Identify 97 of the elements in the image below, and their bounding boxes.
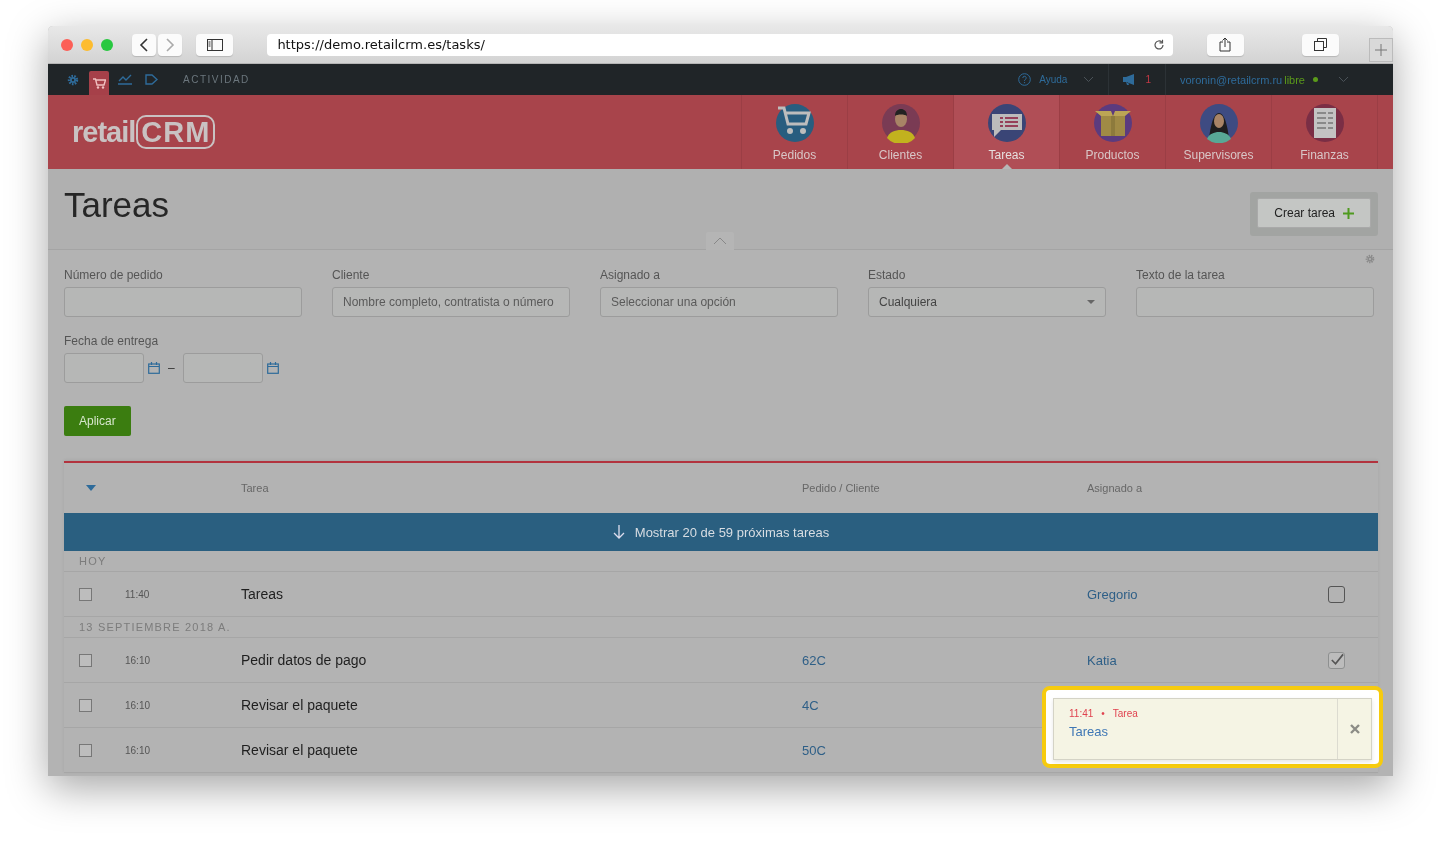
- task-time: 16:10: [125, 699, 152, 711]
- collapse-tab[interactable]: [706, 232, 734, 250]
- filter-input[interactable]: [64, 287, 302, 317]
- chevron-left-icon: [139, 37, 149, 52]
- dropdown-arrow-icon: [1087, 300, 1095, 304]
- logo[interactable]: retail CRM: [48, 95, 216, 169]
- minimize-icon[interactable]: [81, 38, 93, 51]
- chevron-down-icon: [1083, 76, 1095, 83]
- cart-tool-icon[interactable]: [89, 71, 109, 95]
- nav-tab[interactable]: Supervisores: [1166, 95, 1272, 169]
- share-button[interactable]: [1206, 33, 1244, 56]
- task-time: 16:10: [125, 744, 152, 756]
- user-email: voronin@retailcrm.ru: [1179, 73, 1283, 86]
- toast-separator: •: [1101, 708, 1105, 719]
- box-icon: [1092, 103, 1133, 143]
- help-icon: [1018, 73, 1032, 86]
- date-to-input[interactable]: [182, 353, 263, 383]
- tabs-button[interactable]: [1302, 33, 1340, 56]
- date-separator: –: [168, 361, 175, 375]
- task-title[interactable]: Revisar el paquete: [241, 742, 802, 758]
- help-label: Ayuda: [1039, 74, 1068, 85]
- online-status-icon: [1313, 77, 1318, 82]
- create-task-button[interactable]: Crear tarea: [1257, 198, 1371, 228]
- nav-tab[interactable]: Finanzas: [1272, 95, 1378, 169]
- nav-tab[interactable]: Pedidos: [742, 95, 848, 169]
- filter-label: Asignado a: [600, 268, 662, 282]
- column-header: Asignado a: [1087, 482, 1144, 494]
- order-link[interactable]: 50C: [802, 743, 826, 758]
- row-checkbox[interactable]: [79, 743, 92, 757]
- filter-label: Número de pedido: [64, 268, 164, 282]
- plus-icon: [1343, 207, 1354, 219]
- chat-icon: [986, 103, 1027, 143]
- man-icon: [880, 103, 921, 143]
- address-field[interactable]: https://demo.retailcrm.es/tasks/: [267, 33, 1173, 56]
- sort-arrow-icon[interactable]: [86, 485, 96, 491]
- toast-type: Tarea: [1112, 708, 1138, 719]
- task-title[interactable]: Pedir datos de pago: [241, 652, 802, 668]
- filter-label: Cliente: [332, 268, 371, 282]
- plus-icon: [1375, 43, 1388, 56]
- task-title[interactable]: Tareas: [241, 586, 802, 602]
- announcements-button[interactable]: 1: [1109, 74, 1165, 85]
- row-checkbox[interactable]: [79, 698, 92, 712]
- complete-checkbox[interactable]: [1328, 585, 1345, 603]
- help-menu[interactable]: Ayuda: [1004, 73, 1109, 86]
- notification-toast[interactable]: 11:41 • Tarea Tareas: [1053, 698, 1372, 760]
- toast-time: 11:41: [1069, 708, 1094, 719]
- cart-icon: [774, 103, 815, 143]
- back-button[interactable]: [132, 33, 156, 56]
- order-link[interactable]: 4C: [802, 698, 819, 713]
- page-title: Tareas: [64, 185, 170, 226]
- calendar-icon[interactable]: [266, 362, 279, 374]
- calendar-icon[interactable]: [148, 362, 160, 374]
- date-from-input[interactable]: [64, 353, 144, 383]
- tabs-icon: [1314, 38, 1328, 51]
- notification-count: 1: [1145, 74, 1151, 85]
- filter-label: Estado: [868, 268, 907, 282]
- close-icon: [1349, 724, 1360, 734]
- settings-icon[interactable]: [1365, 254, 1375, 264]
- zoom-icon[interactable]: [101, 38, 113, 51]
- task-time: 11:40: [125, 588, 151, 600]
- reload-icon[interactable]: [1152, 38, 1165, 51]
- woman-icon: [1198, 103, 1239, 143]
- status-select[interactable]: Cualquiera: [868, 287, 1106, 317]
- filter-input[interactable]: Nombre completo, contratista o número: [332, 287, 570, 317]
- filter-label: Fecha de entrega: [64, 334, 159, 348]
- section-label: ACTIVIDAD: [183, 74, 250, 85]
- filter-label: Texto de la tarea: [1136, 268, 1226, 282]
- nav-tab[interactable]: Productos: [1060, 95, 1166, 169]
- user-menu[interactable]: voronin@retailcrm.ru libre: [1165, 73, 1363, 86]
- close-icon[interactable]: [61, 38, 73, 51]
- new-tab-button[interactable]: [1369, 37, 1393, 62]
- column-header: Pedido / Cliente: [802, 482, 881, 494]
- nav-tab[interactable]: Tareas: [954, 95, 1060, 169]
- column-header: Tarea: [241, 482, 270, 494]
- ledger-icon: [1304, 103, 1345, 143]
- chevron-down-icon: [1338, 76, 1349, 83]
- filter-input[interactable]: [1136, 287, 1374, 317]
- chevron-up-icon: [713, 237, 727, 245]
- share-icon: [1219, 37, 1232, 52]
- load-more-bar[interactable]: Mostrar 20 de 59 próximas tareas: [64, 513, 1378, 551]
- arrow-down-icon: [612, 524, 625, 540]
- plan-label: libre: [1284, 73, 1305, 86]
- task-title[interactable]: Revisar el paquete: [241, 697, 802, 713]
- row-checkbox[interactable]: [79, 653, 92, 667]
- chevron-right-icon: [165, 37, 175, 52]
- toast-link[interactable]: Tareas: [1069, 724, 1322, 739]
- order-link[interactable]: 62C: [802, 653, 826, 668]
- apply-button[interactable]: Aplicar: [64, 406, 131, 436]
- filter-input[interactable]: Seleccionar una opción: [600, 287, 838, 317]
- task-time: 16:10: [125, 654, 152, 666]
- sidebar-icon: [206, 38, 223, 51]
- assignee-link[interactable]: Gregorio: [1087, 587, 1138, 602]
- assignee-link[interactable]: Katia: [1087, 653, 1117, 668]
- sidebar-button[interactable]: [196, 33, 234, 56]
- complete-checkbox[interactable]: [1328, 651, 1345, 669]
- load-more-label: Mostrar 20 de 59 próximas tareas: [634, 524, 830, 540]
- row-checkbox[interactable]: [79, 587, 92, 601]
